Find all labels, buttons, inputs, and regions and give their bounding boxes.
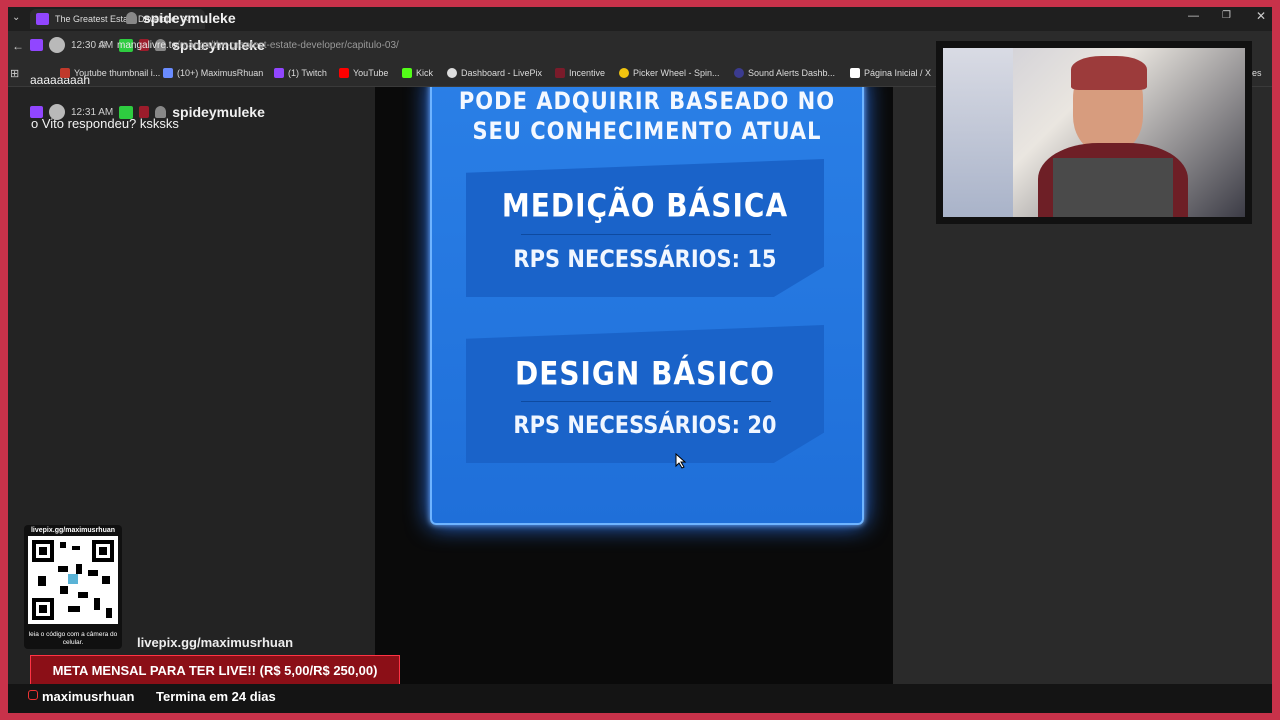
bookmark-favicon-icon bbox=[402, 68, 412, 78]
bookmark-item[interactable]: Kick bbox=[402, 68, 433, 78]
bookmark-item[interactable]: Dashboard - LivePix bbox=[447, 68, 542, 78]
bits-badge-icon bbox=[126, 12, 137, 24]
bookmark-favicon-icon bbox=[619, 68, 629, 78]
bookmark-favicon-icon bbox=[60, 68, 70, 78]
bookmark-favicon-icon bbox=[555, 68, 565, 78]
url-path: /manga/the-greatest-estate-developer/cap… bbox=[177, 40, 399, 51]
livepix-qr-widget: livepix.gg/maximusrhuan leia o código co… bbox=[24, 525, 122, 649]
url-host: mangalivre.to bbox=[117, 40, 178, 51]
skill-card-design: DESIGN BÁSICO RPS NECESSÁRIOS: 20 bbox=[466, 325, 824, 463]
monthly-goal-bar: META MENSAL PARA TER LIVE!! (R$ 5,00/R$ … bbox=[30, 655, 400, 685]
chat-message-header-overlay: spideymuleke bbox=[126, 10, 236, 26]
restore-icon[interactable]: ❐ bbox=[1222, 10, 1231, 21]
bookmark-item[interactable]: YouTube bbox=[339, 68, 388, 78]
avatar bbox=[49, 37, 65, 53]
chat-username: spideymuleke bbox=[143, 10, 236, 26]
site-info-icon[interactable]: ⚙ bbox=[98, 40, 107, 51]
tab-favicon-icon bbox=[36, 13, 49, 25]
skill-requirement: RPS NECESSÁRIOS: 20 bbox=[513, 411, 777, 439]
browser-tab-bar: ⌄ The Greatest Estate Developer ✕ spidey… bbox=[8, 7, 1272, 31]
bookmark-favicon-icon bbox=[163, 68, 173, 78]
qr-code-icon bbox=[28, 536, 118, 624]
skill-name: MEDIÇÃO BÁSICA bbox=[501, 186, 789, 225]
livepix-link: livepix.gg/maximusrhuan bbox=[137, 635, 294, 650]
bottom-info-bar: maximusrhuan Termina em 24 dias bbox=[8, 684, 1272, 713]
qr-caption: leia o código com a câmera do celular. bbox=[28, 631, 118, 646]
close-window-icon[interactable]: ✕ bbox=[1256, 9, 1266, 23]
manga-page[interactable]: PODE ADQUIRIR BASEADO NO SEU CONHECIMENT… bbox=[375, 87, 893, 684]
skill-requirement: RPS NECESSÁRIOS: 15 bbox=[513, 245, 777, 273]
bookmark-item[interactable]: Youtube thumbnail i... bbox=[60, 68, 160, 78]
chat-username: spideymuleke bbox=[172, 104, 265, 120]
skill-card-measurement: MEDIÇÃO BÁSICA RPS NECESSÁRIOS: 15 bbox=[466, 159, 824, 297]
back-arrow-icon[interactable]: ← bbox=[12, 39, 24, 53]
tab-list-chevron-icon[interactable]: ⌄ bbox=[12, 12, 20, 23]
bookmark-item[interactable]: Picker Wheel - Spin... bbox=[619, 68, 720, 78]
skill-divider bbox=[521, 234, 771, 235]
bookmark-favicon-icon bbox=[447, 68, 457, 78]
skill-divider bbox=[521, 401, 771, 402]
bookmark-item[interactable]: Página Inicial / X bbox=[850, 68, 931, 78]
instagram-handle: maximusrhuan bbox=[42, 689, 135, 704]
webcam-overlay bbox=[936, 41, 1252, 224]
qr-url: livepix.gg/maximusrhuan bbox=[30, 527, 116, 534]
instagram-icon bbox=[28, 690, 38, 700]
panel-header-line1: PODE ADQUIRIR BASEADO NO bbox=[458, 87, 836, 115]
chat-panel: 12:31 AM spideymuleke o Vito respondeu? … bbox=[8, 7, 375, 713]
minimize-icon[interactable]: — bbox=[1188, 10, 1199, 22]
url-field[interactable]: mangalivre.to/manga/the-greatest-estate-… bbox=[117, 40, 399, 51]
bookmark-favicon-icon bbox=[274, 68, 284, 78]
panel-header-line2: SEU CONHECIMENTO ATUAL bbox=[472, 117, 822, 145]
bookmark-favicon-icon bbox=[734, 68, 744, 78]
goal-countdown: Termina em 24 dias bbox=[156, 689, 276, 704]
twitch-icon bbox=[30, 39, 43, 51]
bookmark-item[interactable]: (1) Twitch bbox=[274, 68, 327, 78]
mouse-cursor-icon bbox=[675, 453, 687, 469]
stream-frame: 12:31 AM spideymuleke o Vito respondeu? … bbox=[8, 7, 1272, 713]
bookmark-favicon-icon bbox=[850, 68, 860, 78]
apps-grid-icon[interactable]: ⊞ bbox=[10, 67, 19, 80]
bookmark-item[interactable]: Incentive bbox=[555, 68, 605, 78]
bookmark-favicon-icon bbox=[339, 68, 349, 78]
status-window-panel: PODE ADQUIRIR BASEADO NO SEU CONHECIMENT… bbox=[430, 87, 864, 525]
chat-message-text: o Vito respondeu? ksksks bbox=[31, 116, 179, 131]
skill-name: DESIGN BÁSICO bbox=[514, 354, 776, 393]
bookmark-item[interactable]: (10+) MaximusRhuan bbox=[163, 68, 263, 78]
bookmark-item[interactable]: Sound Alerts Dashb... bbox=[734, 68, 835, 78]
webcam-video bbox=[943, 48, 1245, 217]
